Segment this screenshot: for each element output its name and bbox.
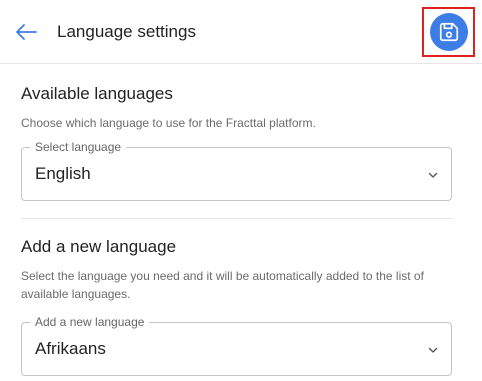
select-language-label: Select language: [30, 140, 127, 154]
chevron-down-icon: [428, 172, 438, 178]
add-new-language-title: Add a new language: [21, 237, 177, 256]
add-language-dropdown[interactable]: Add a new language Afrikaans: [21, 315, 452, 376]
arrow-left-icon: [16, 24, 37, 40]
add-new-language-description: Select the language you need and it will…: [21, 269, 424, 301]
back-button[interactable]: [12, 20, 40, 44]
app-header: Language settings: [0, 0, 482, 64]
save-button[interactable]: [430, 13, 468, 51]
save-button-highlight: [422, 7, 475, 57]
available-languages-description: Choose which language to use for the Fra…: [21, 116, 316, 130]
section-divider: [21, 218, 452, 219]
add-language-label: Add a new language: [30, 315, 150, 329]
save-icon: [439, 22, 459, 42]
available-languages-title: Available languages: [21, 84, 173, 103]
page-title: Language settings: [57, 22, 196, 41]
chevron-down-icon: [428, 347, 438, 353]
add-language-value: Afrikaans: [35, 339, 106, 358]
select-language-value: English: [35, 164, 91, 183]
select-language-dropdown[interactable]: Select language English: [21, 140, 452, 201]
